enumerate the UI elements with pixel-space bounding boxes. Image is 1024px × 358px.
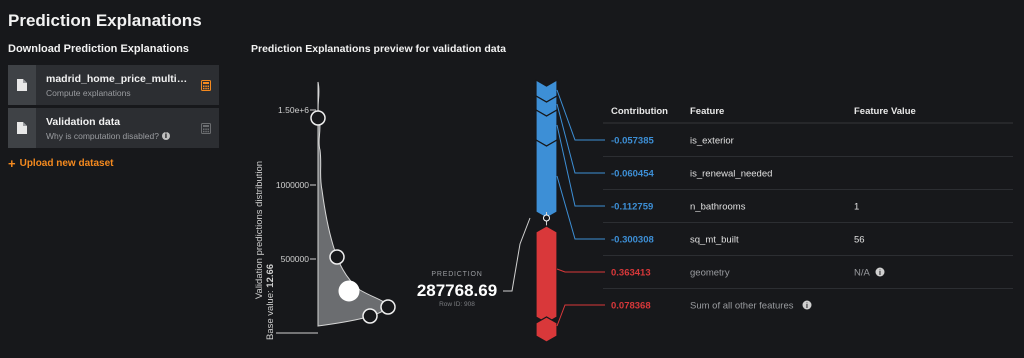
distribution-point[interactable] — [310, 110, 326, 126]
row-contribution: -0.060454 — [611, 169, 655, 180]
positive-contribution-bar[interactable] — [535, 316, 558, 343]
distribution-point[interactable] — [362, 308, 378, 324]
column-header-feature-value: Feature Value — [854, 106, 916, 117]
axis-tick-label: 1000000 — [276, 180, 309, 190]
row-connector — [556, 268, 605, 273]
prediction-marker — [543, 214, 550, 222]
negative-contribution-bar[interactable] — [535, 138, 558, 219]
svg-text:i: i — [879, 270, 881, 277]
row-connector — [556, 304, 605, 327]
row-feature: geometry — [690, 268, 730, 279]
base-value-label: Base value: — [265, 290, 276, 340]
row-feature-value: 56 — [854, 235, 865, 246]
svg-text:i: i — [806, 303, 808, 310]
axis-tick-label: 1.50e+6 — [278, 105, 309, 115]
row-feature: sq_mt_built — [690, 235, 739, 246]
row-feature: Sum of all other features — [690, 301, 794, 312]
explanations-table: -0.057385 is_exterior -0.060454 is_renewal_… — [603, 136, 1013, 312]
table-row: 0.363413 geometry N/A i — [611, 267, 885, 279]
table-row: -0.112759 n_bathrooms 1 — [611, 202, 859, 213]
negative-contribution-bar[interactable] — [535, 108, 558, 147]
row-connectors — [556, 89, 605, 327]
row-connector — [556, 175, 605, 240]
table-row: 0.078368 Sum of all other features i — [611, 300, 812, 312]
row-contribution: -0.300308 — [611, 235, 654, 246]
info-icon[interactable]: i — [875, 267, 885, 278]
table-row: -0.057385 is_exterior — [611, 136, 734, 147]
prediction-explanations-visualization: Validation predictions distribution Base… — [254, 78, 1013, 343]
contribution-waterfall — [535, 78, 558, 343]
column-header-feature: Feature — [690, 106, 724, 117]
row-connector — [556, 103, 605, 174]
row-connector — [556, 124, 605, 207]
info-icon[interactable]: i — [802, 300, 812, 311]
prediction-connector-line — [503, 217, 531, 292]
row-contribution: -0.112759 — [611, 202, 653, 213]
base-value-text: Base value: 12.66 — [265, 264, 276, 340]
distribution-point[interactable] — [329, 249, 345, 265]
row-contribution: 0.078368 — [611, 301, 651, 312]
prediction-label: PREDICTION — [431, 271, 482, 278]
column-header-contribution: Contribution — [611, 106, 668, 117]
table-row: -0.060454 is_renewal_needed — [611, 169, 772, 180]
row-contribution: -0.057385 — [611, 136, 655, 147]
row-feature-value: 1 — [854, 202, 859, 213]
row-feature: n_bathrooms — [690, 202, 746, 213]
axis-tick-label: 500000 — [281, 254, 310, 264]
current-prediction-point[interactable] — [338, 280, 360, 302]
row-feature: is_renewal_needed — [690, 169, 772, 180]
row-feature: is_exterior — [690, 136, 734, 147]
positive-contribution-bar[interactable] — [535, 225, 558, 324]
base-value-number: 12.66 — [265, 264, 276, 288]
prediction-value: 287768.69 — [417, 281, 497, 300]
row-contribution: 0.363413 — [611, 268, 651, 279]
table-row: -0.300308 sq_mt_built 56 — [611, 235, 865, 246]
distribution-point[interactable] — [380, 299, 396, 315]
prediction-row-id: Row ID: 908 — [439, 301, 475, 308]
distribution-axis-label: Validation predictions distribution — [254, 161, 265, 299]
row-feature-value: N/A — [854, 268, 871, 279]
